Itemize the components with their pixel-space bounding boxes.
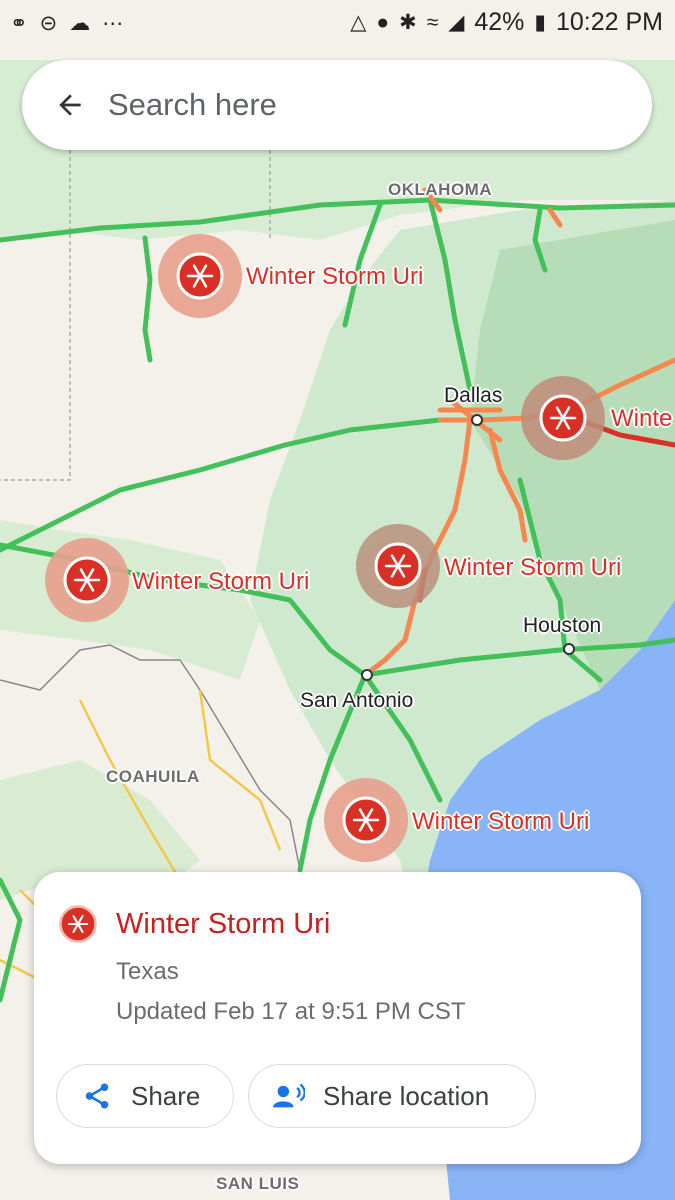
share-button[interactable]: Share — [56, 1064, 234, 1128]
person-location-icon — [273, 1080, 305, 1112]
card-location: Texas — [116, 958, 179, 985]
region-label-san-luis: SAN LUIS — [216, 1174, 300, 1193]
place-info-card[interactable]: Winter Storm Uri Texas Updated Feb 17 at… — [34, 872, 641, 1164]
share-location-button[interactable]: Share location — [248, 1064, 536, 1128]
data-saver-icon: △ — [350, 10, 367, 34]
storm-marker-south[interactable] — [324, 778, 408, 862]
storm-marker-east[interactable] — [521, 376, 605, 460]
card-updated-time: Updated Feb 17 at 9:51 PM CST — [116, 998, 466, 1025]
snowflake-icon — [374, 542, 422, 590]
region-label-oklahoma: OKLAHOMA — [388, 180, 493, 199]
region-label-coahuila: COAHUILA — [106, 767, 200, 786]
bluetooth-icon: ✱ — [399, 10, 417, 34]
signal-icon: ◢ — [448, 10, 465, 34]
battery-percent: 42% — [474, 8, 525, 36]
storm-marker-west[interactable] — [45, 538, 129, 622]
voicemail-icon: ⚭ — [10, 12, 28, 35]
share-icon — [81, 1080, 113, 1112]
search-input[interactable]: Search here — [108, 87, 277, 123]
more-dots-icon: ⋯ — [102, 12, 124, 35]
do-not-disturb-icon: ⊝ — [39, 12, 58, 35]
storm-label-south[interactable]: Winter Storm Uri — [412, 808, 589, 836]
snowflake-icon — [63, 556, 111, 604]
card-title: Winter Storm Uri — [116, 908, 331, 940]
share-label: Share — [131, 1080, 201, 1111]
snowflake-icon — [176, 252, 224, 300]
snowflake-icon — [59, 905, 97, 943]
clock: 10:22 PM — [555, 8, 663, 36]
storm-label-east[interactable]: Winte — [611, 405, 672, 433]
share-location-label: Share location — [323, 1080, 490, 1111]
storm-label-west[interactable]: Winter Storm Uri — [132, 568, 309, 596]
storm-marker-central[interactable] — [356, 524, 440, 608]
battery-icon: ▮ — [534, 10, 546, 34]
location-icon: ● — [376, 10, 390, 34]
city-label-houston: Houston — [523, 614, 602, 637]
storm-marker-panhandle[interactable] — [158, 234, 242, 318]
storm-label-panhandle[interactable]: Winter Storm Uri — [246, 263, 423, 291]
status-bar: ⚭ ⊝ ☁ ⋯ △ ● ✱ ≈ ◢ 42% ▮ 10:22 PM — [0, 0, 675, 48]
snowflake-icon — [342, 796, 390, 844]
search-bar[interactable]: Search here — [22, 60, 652, 150]
storm-label-central[interactable]: Winter Storm Uri — [444, 554, 621, 582]
wifi-icon: ≈ — [426, 10, 439, 34]
cloud-icon: ☁ — [69, 12, 91, 35]
city-label-dallas: Dallas — [444, 384, 503, 407]
snowflake-icon — [539, 394, 587, 442]
back-arrow-icon[interactable] — [50, 85, 90, 125]
city-label-san-antonio: San Antonio — [300, 689, 414, 712]
